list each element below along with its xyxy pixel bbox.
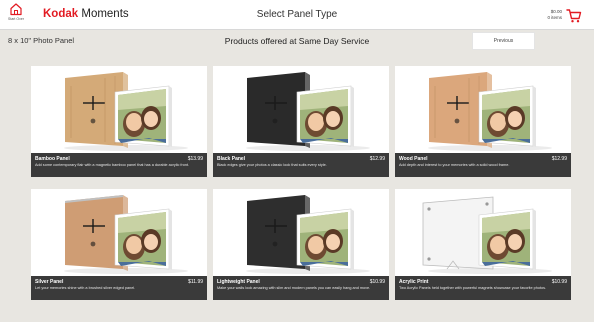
cart-items: 0 items <box>547 15 562 20</box>
product-name: Wood Panel <box>399 156 428 162</box>
previous-button[interactable]: Previous <box>472 32 535 50</box>
product-card[interactable]: Silver Panel $11.99 Let your memories shin… <box>31 189 207 300</box>
product-image <box>64 72 188 151</box>
product-card[interactable]: Bamboo Panel $13.99 Add some contemporary … <box>31 66 207 177</box>
product-name: Silver Panel <box>35 279 64 285</box>
product-name: Lightweight Panel <box>217 279 260 285</box>
product-image-area[interactable] <box>395 66 571 153</box>
start-over-button[interactable]: Start Over <box>4 2 28 28</box>
product-image <box>64 195 188 274</box>
product-image-area[interactable] <box>395 189 571 276</box>
product-info-bar[interactable]: Black Panel $12.99 Black edges give your p… <box>213 153 389 177</box>
home-icon <box>10 3 22 16</box>
product-description: Add some contemporary flair with a magne… <box>35 163 190 167</box>
product-name: Black Panel <box>217 156 246 162</box>
product-description: Add depth and interest to your memories … <box>399 163 510 167</box>
product-info-bar[interactable]: Lightweight Panel $10.99 Make your walls l… <box>213 276 389 300</box>
product-image-area[interactable] <box>213 66 389 153</box>
product-image-area[interactable] <box>31 189 207 276</box>
product-image <box>428 72 552 151</box>
cart-summary[interactable]: $0.00 0 items <box>547 9 562 21</box>
product-image <box>422 196 552 274</box>
product-card[interactable]: Acrylic Print $10.99 Two Acrylic Panels he… <box>395 189 571 300</box>
top-bar: Start Over Kodak Moments Select Panel Ty… <box>0 0 594 30</box>
product-grid: Bamboo Panel $13.99 Add some contemporary … <box>31 66 576 300</box>
product-description: Let your memories shine with a brushed s… <box>35 286 136 290</box>
start-over-label: Start Over <box>8 17 24 21</box>
product-description: Two Acrylic Panels held together with po… <box>399 286 547 290</box>
product-price: $10.99 <box>551 279 567 285</box>
cart-icon[interactable] <box>566 8 582 24</box>
product-description: Black edges give your photos a classic l… <box>217 163 327 167</box>
sub-header: 8 x 10" Photo Panel Products offered at … <box>0 31 594 53</box>
product-description: Make your walls look amazing with slim a… <box>217 286 371 290</box>
product-info-bar[interactable]: Bamboo Panel $13.99 Add some contemporary … <box>31 153 207 177</box>
product-name: Bamboo Panel <box>35 156 70 162</box>
product-name: Acrylic Print <box>399 279 429 285</box>
product-price: $13.99 <box>187 156 203 162</box>
product-image <box>246 72 370 151</box>
product-price: $12.99 <box>369 156 385 162</box>
product-card[interactable]: Black Panel $12.99 Black edges give your p… <box>213 66 389 177</box>
product-info-bar[interactable]: Wood Panel $12.99 Add depth and interest t… <box>395 153 571 177</box>
product-card[interactable]: Wood Panel $12.99 Add depth and interest t… <box>395 66 571 177</box>
brand-name: Kodak <box>43 8 79 20</box>
kodak-moments-logo: Kodak Moments <box>43 8 129 20</box>
product-image-area[interactable] <box>213 189 389 276</box>
product-price: $11.99 <box>188 279 203 285</box>
product-price: $10.99 <box>369 279 385 285</box>
product-image <box>246 195 370 274</box>
product-card[interactable]: Lightweight Panel $10.99 Make your walls l… <box>213 189 389 300</box>
product-info-bar[interactable]: Silver Panel $11.99 Let your memories shin… <box>31 276 207 300</box>
product-image-area[interactable] <box>31 66 207 153</box>
product-info-bar[interactable]: Acrylic Print $10.99 Two Acrylic Panels he… <box>395 276 571 300</box>
product-price: $12.99 <box>551 156 567 162</box>
panel-size-label: 8 x 10" Photo Panel <box>8 36 75 45</box>
brand-suffix: Moments <box>81 8 129 20</box>
